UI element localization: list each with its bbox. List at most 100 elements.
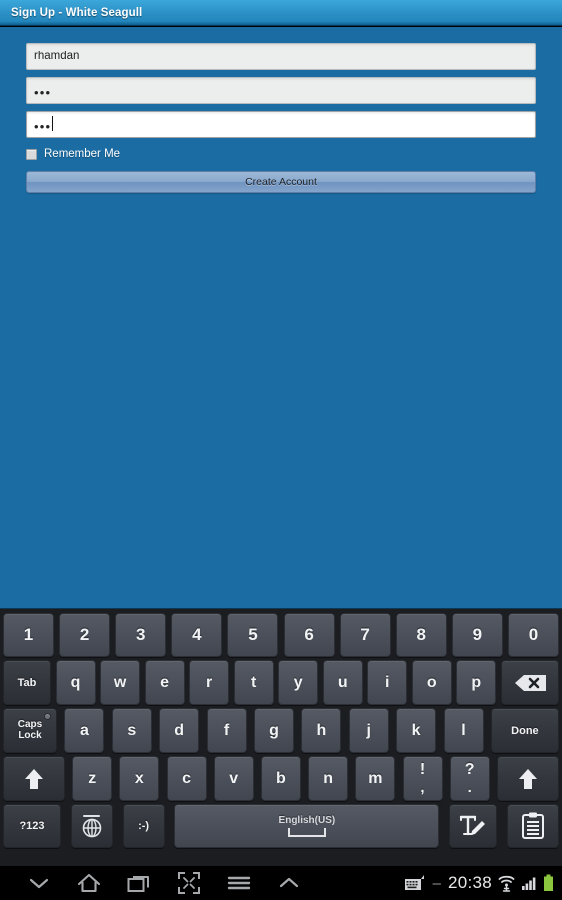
nav-hide-keyboard-button[interactable] <box>14 866 64 900</box>
key-clipboard[interactable] <box>506 804 559 848</box>
key-4[interactable]: 4 <box>171 613 223 657</box>
status-clock: 20:38 <box>447 873 492 892</box>
keyboard-row-home: Caps Lock a s d f g h j k l Done <box>3 708 559 753</box>
key-space[interactable]: English(US) <box>174 804 440 848</box>
password-field[interactable]: ••• <box>26 77 536 104</box>
key-period-lower: . <box>467 779 472 796</box>
key-x[interactable]: x <box>119 756 160 801</box>
nav-screenshot-button[interactable] <box>164 866 214 900</box>
key-1[interactable]: 1 <box>3 613 54 657</box>
chevron-down-icon <box>29 878 49 889</box>
key-2[interactable]: 2 <box>59 613 111 657</box>
key-8[interactable]: 8 <box>395 613 447 657</box>
username-field[interactable]: rhamdan <box>26 43 536 70</box>
key-shift-left[interactable] <box>3 756 65 801</box>
key-b[interactable]: b <box>260 756 301 801</box>
key-z[interactable]: z <box>72 756 113 801</box>
key-0[interactable]: 0 <box>507 613 559 657</box>
key-5[interactable]: 5 <box>227 613 279 657</box>
key-tab[interactable]: Tab <box>3 660 51 705</box>
status-icons: – 20:38 <box>404 873 562 893</box>
screenshot-icon <box>178 872 200 894</box>
chevron-up-icon <box>279 877 299 888</box>
key-q[interactable]: q <box>55 660 96 705</box>
window-titlebar: Sign Up - White Seagull <box>0 0 562 26</box>
key-t[interactable]: t <box>233 660 274 705</box>
confirm-password-field[interactable]: ••• <box>26 111 536 138</box>
signal-icon <box>522 877 536 890</box>
key-3[interactable]: 3 <box>115 613 167 657</box>
key-w[interactable]: w <box>100 660 141 705</box>
caps-lock-label-line1: Caps <box>17 719 43 730</box>
remember-me-row[interactable]: Remember Me <box>26 145 536 163</box>
key-o[interactable]: o <box>411 660 452 705</box>
key-s[interactable]: s <box>111 708 152 753</box>
nav-home-button[interactable] <box>64 866 114 900</box>
caps-lock-label-line2: Lock <box>18 729 42 741</box>
navbar-buttons <box>0 866 314 900</box>
key-7[interactable]: 7 <box>339 613 391 657</box>
handwriting-icon <box>459 815 486 836</box>
key-handwriting[interactable] <box>449 804 498 848</box>
key-r[interactable]: r <box>189 660 230 705</box>
keyboard-row-bottom: z x c v b n m ! , ? . <box>3 756 559 801</box>
window-title: Sign Up - White Seagull <box>11 6 143 19</box>
keyboard-row-numbers: 1 2 3 4 5 6 7 8 9 0 <box>3 613 559 657</box>
key-language-switch[interactable] <box>70 804 113 848</box>
key-y[interactable]: y <box>278 660 319 705</box>
key-e[interactable]: e <box>144 660 185 705</box>
key-i[interactable]: i <box>367 660 408 705</box>
username-field-value: rhamdan <box>34 50 80 62</box>
signup-form: rhamdan ••• ••• Remember Me Create Accou… <box>0 27 562 193</box>
key-v[interactable]: v <box>213 756 254 801</box>
key-f[interactable]: f <box>206 708 247 753</box>
key-j[interactable]: j <box>348 708 389 753</box>
create-account-label: Create Account <box>245 176 317 188</box>
key-n[interactable]: n <box>308 756 349 801</box>
key-m[interactable]: m <box>355 756 396 801</box>
key-g[interactable]: g <box>253 708 294 753</box>
keyboard-row-top: Tab q w e r t y u i o p <box>3 660 559 705</box>
nav-recent-apps-button[interactable] <box>114 866 164 900</box>
on-screen-keyboard: 1 2 3 4 5 6 7 8 9 0 Tab q w e r t y u i … <box>0 608 562 866</box>
key-a[interactable]: a <box>64 708 105 753</box>
nav-expand-button[interactable] <box>264 866 314 900</box>
system-navigation-bar: – 20:38 <box>0 866 562 900</box>
key-l[interactable]: l <box>443 708 484 753</box>
app-content: rhamdan ••• ••• Remember Me Create Accou… <box>0 27 562 608</box>
recents-icon <box>127 876 149 892</box>
remember-me-checkbox[interactable] <box>26 148 37 160</box>
key-exclamation-upper: ! <box>419 761 426 778</box>
key-exclamation-comma[interactable]: ! , <box>402 756 443 801</box>
key-c[interactable]: c <box>166 756 207 801</box>
key-question-period[interactable]: ? . <box>449 756 490 801</box>
battery-icon <box>544 874 553 891</box>
keyboard-status-icon[interactable] <box>404 874 426 892</box>
key-backspace[interactable] <box>500 660 559 705</box>
shift-arrow-icon <box>25 768 43 789</box>
nav-menu-button[interactable] <box>214 866 264 900</box>
backspace-icon <box>514 674 546 691</box>
create-account-button[interactable]: Create Account <box>26 171 536 193</box>
key-k[interactable]: k <box>396 708 437 753</box>
key-6[interactable]: 6 <box>283 613 335 657</box>
caps-lock-led-icon <box>44 713 51 720</box>
key-p[interactable]: p <box>456 660 497 705</box>
home-icon <box>77 873 101 893</box>
key-caps-lock[interactable]: Caps Lock <box>3 708 57 753</box>
key-d[interactable]: d <box>159 708 200 753</box>
key-shift-right[interactable] <box>496 756 559 801</box>
key-question-upper: ? <box>464 761 475 778</box>
key-9[interactable]: 9 <box>451 613 503 657</box>
key-symbols[interactable]: ?123 <box>3 804 61 848</box>
space-language-label: English(US) <box>278 815 336 826</box>
device-screen: Sign Up - White Seagull rhamdan ••• ••• … <box>0 0 562 900</box>
key-done[interactable]: Done <box>490 708 559 753</box>
key-h[interactable]: h <box>301 708 342 753</box>
shift-arrow-icon <box>518 768 537 789</box>
status-separator: – <box>432 874 441 892</box>
key-u[interactable]: u <box>322 660 363 705</box>
menu-icon <box>227 876 251 890</box>
key-emoji[interactable]: :-) <box>122 804 165 848</box>
key-comma-lower: , <box>420 779 425 796</box>
